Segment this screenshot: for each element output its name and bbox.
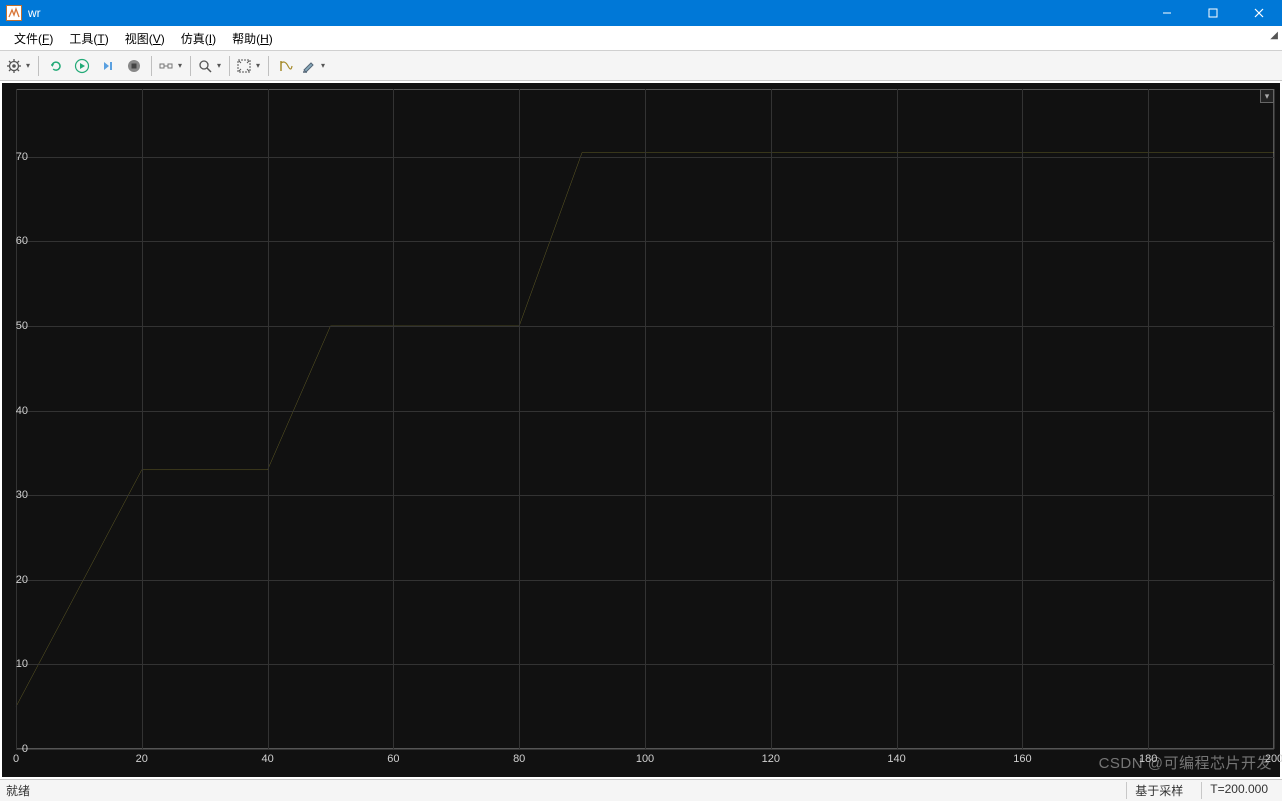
run-button[interactable] — [70, 54, 94, 78]
xtick-label: 140 — [887, 753, 905, 765]
ytick-label: 60 — [10, 235, 28, 247]
restart-button[interactable] — [44, 54, 68, 78]
step-forward-icon — [100, 58, 116, 74]
gear-icon — [6, 58, 22, 74]
gridline-v — [142, 89, 143, 749]
xtick-label: 180 — [1139, 753, 1157, 765]
zoom-button[interactable] — [196, 54, 224, 78]
stop-button[interactable] — [122, 54, 146, 78]
cursor-button[interactable] — [274, 54, 298, 78]
xtick-label: 80 — [513, 753, 525, 765]
maximize-button[interactable] — [1190, 0, 1236, 26]
restart-icon — [48, 58, 64, 74]
legend-toggle-icon[interactable]: ▾ — [1260, 89, 1274, 103]
xtick-label: 60 — [387, 753, 399, 765]
chart-axes[interactable]: ▾ 02040608010012014016018020001020304050… — [16, 89, 1274, 749]
settings-button[interactable] — [5, 54, 33, 78]
statusbar: 就绪 基于采样 T=200.000 — [0, 779, 1282, 801]
gridline-v — [268, 89, 269, 749]
status-time: T=200.000 — [1201, 782, 1276, 799]
xtick-label: 200 — [1265, 753, 1282, 765]
fit-to-view-icon — [236, 58, 252, 74]
fit-button[interactable] — [235, 54, 263, 78]
menu-file[interactable]: 文件(F) — [6, 27, 61, 50]
xtick-label: 20 — [136, 753, 148, 765]
titlebar: wr — [0, 0, 1282, 26]
ytick-label: 20 — [10, 574, 28, 586]
gridline-v — [645, 89, 646, 749]
gridline-v — [771, 89, 772, 749]
status-left: 就绪 — [6, 782, 30, 799]
window-title: wr — [28, 6, 41, 20]
cursor-measurements-icon — [278, 58, 294, 74]
triggers-icon — [158, 58, 174, 74]
toolbar — [0, 51, 1282, 81]
highlight-icon — [301, 58, 317, 74]
play-icon — [74, 58, 90, 74]
ytick-label: 0 — [10, 743, 28, 755]
ytick-label: 50 — [10, 320, 28, 332]
gridline-h — [16, 411, 1274, 412]
gridline-v — [519, 89, 520, 749]
gridline-h — [16, 580, 1274, 581]
gridline-v — [393, 89, 394, 749]
gridline-h — [16, 664, 1274, 665]
app-icon — [6, 5, 22, 21]
menu-sim[interactable]: 仿真(I) — [173, 27, 224, 50]
xtick-label: 120 — [762, 753, 780, 765]
highlight-button[interactable] — [300, 54, 328, 78]
stop-icon — [126, 58, 142, 74]
gridline-v — [1022, 89, 1023, 749]
status-mode: 基于采样 — [1126, 782, 1191, 799]
plot-area: ▾ 02040608010012014016018020001020304050… — [0, 81, 1282, 779]
zoom-icon — [197, 58, 213, 74]
ytick-label: 70 — [10, 151, 28, 163]
close-button[interactable] — [1236, 0, 1282, 26]
gridline-h — [16, 157, 1274, 158]
gridline-v — [1148, 89, 1149, 749]
gridline-h — [16, 495, 1274, 496]
ytick-label: 10 — [10, 658, 28, 670]
xtick-label: 100 — [636, 753, 654, 765]
gridline-h — [16, 749, 1274, 750]
gridline-v — [16, 89, 17, 749]
minimize-button[interactable] — [1144, 0, 1190, 26]
gridline-v — [897, 89, 898, 749]
menu-view[interactable]: 视图(V) — [117, 27, 173, 50]
step-button[interactable] — [96, 54, 120, 78]
triggers-button[interactable] — [157, 54, 185, 78]
gridline-h — [16, 241, 1274, 242]
xtick-label: 160 — [1013, 753, 1031, 765]
menubar: 文件(F) 工具(T) 视图(V) 仿真(I) 帮助(H) ◢ — [0, 26, 1282, 51]
plot-frame[interactable]: ▾ 02040608010012014016018020001020304050… — [2, 83, 1280, 777]
ytick-label: 40 — [10, 405, 28, 417]
menu-tools[interactable]: 工具(T) — [61, 27, 116, 50]
menubar-overflow-icon[interactable]: ◢ — [1270, 30, 1278, 41]
gridline-v — [1274, 89, 1275, 749]
menu-help[interactable]: 帮助(H) — [224, 27, 281, 50]
xtick-label: 40 — [261, 753, 273, 765]
gridline-h — [16, 326, 1274, 327]
ytick-label: 30 — [10, 489, 28, 501]
